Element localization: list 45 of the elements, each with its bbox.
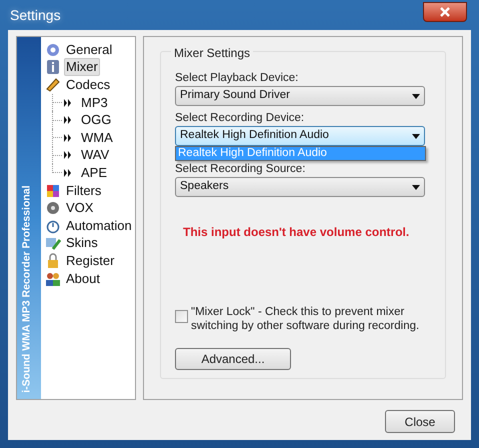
info-icon (45, 59, 61, 76)
gear-icon (45, 42, 61, 58)
tree-item[interactable]: MP3 (79, 94, 110, 112)
tree-item[interactable]: Filters (64, 182, 104, 200)
tree-item[interactable]: Register (64, 252, 116, 270)
warning-message: This input doesn't have volume control. (183, 224, 410, 241)
dropdown-arrow-icon (412, 94, 420, 98)
disc-icon (45, 200, 61, 216)
close-button[interactable] (423, 2, 467, 22)
tree-item[interactable]: WMA (79, 128, 115, 147)
close-icon (439, 7, 451, 17)
field-label: Select Recording Device: (175, 111, 306, 126)
mixer-lock-checkbox[interactable] (175, 310, 188, 323)
window-title: Settings (9, 6, 61, 25)
palette-icon (45, 182, 61, 199)
double-chevron-icon (63, 168, 72, 177)
banner-text: i-Sound WMA MP3 Recorder Professional (19, 186, 34, 393)
advanced-button[interactable]: Advanced... (175, 348, 291, 370)
field-label: Select Playback Device: (175, 71, 300, 86)
pencil-icon (45, 76, 61, 93)
padlock-icon (45, 252, 61, 269)
tree-item[interactable]: Skins (64, 234, 100, 252)
people-icon (45, 270, 61, 287)
tree-item[interactable]: WAV (79, 146, 112, 164)
tree-item[interactable]: OGG (79, 111, 114, 130)
tree-item[interactable]: Mixer (64, 58, 100, 76)
dropdown[interactable]: Speakers (175, 177, 425, 197)
double-chevron-icon (63, 98, 72, 107)
dropdown[interactable]: Realtek High Definition Audio (175, 126, 425, 146)
double-chevron-icon (63, 116, 72, 124)
tree-item[interactable]: Codecs (64, 76, 112, 94)
tree-item[interactable]: General (64, 40, 114, 59)
brush-icon (45, 235, 61, 252)
double-chevron-icon (63, 134, 72, 142)
dropdown-arrow-icon (412, 134, 420, 138)
tree-item[interactable]: About (64, 270, 102, 288)
dropdown-arrow-icon (412, 184, 420, 190)
dropdown[interactable]: Primary Sound Driver (175, 86, 425, 106)
tree-item[interactable]: Automation (64, 216, 134, 235)
field-label: Select Recording Source: (175, 162, 306, 177)
mixer-lock-label: "Mixer Lock" - Check this to prevent mixer switching by other software during recording. (191, 305, 420, 333)
tree-item[interactable]: VOX (64, 199, 96, 218)
tree-item[interactable]: APE (79, 164, 110, 182)
double-chevron-icon (63, 151, 72, 160)
close-button[interactable]: Close (385, 410, 455, 433)
